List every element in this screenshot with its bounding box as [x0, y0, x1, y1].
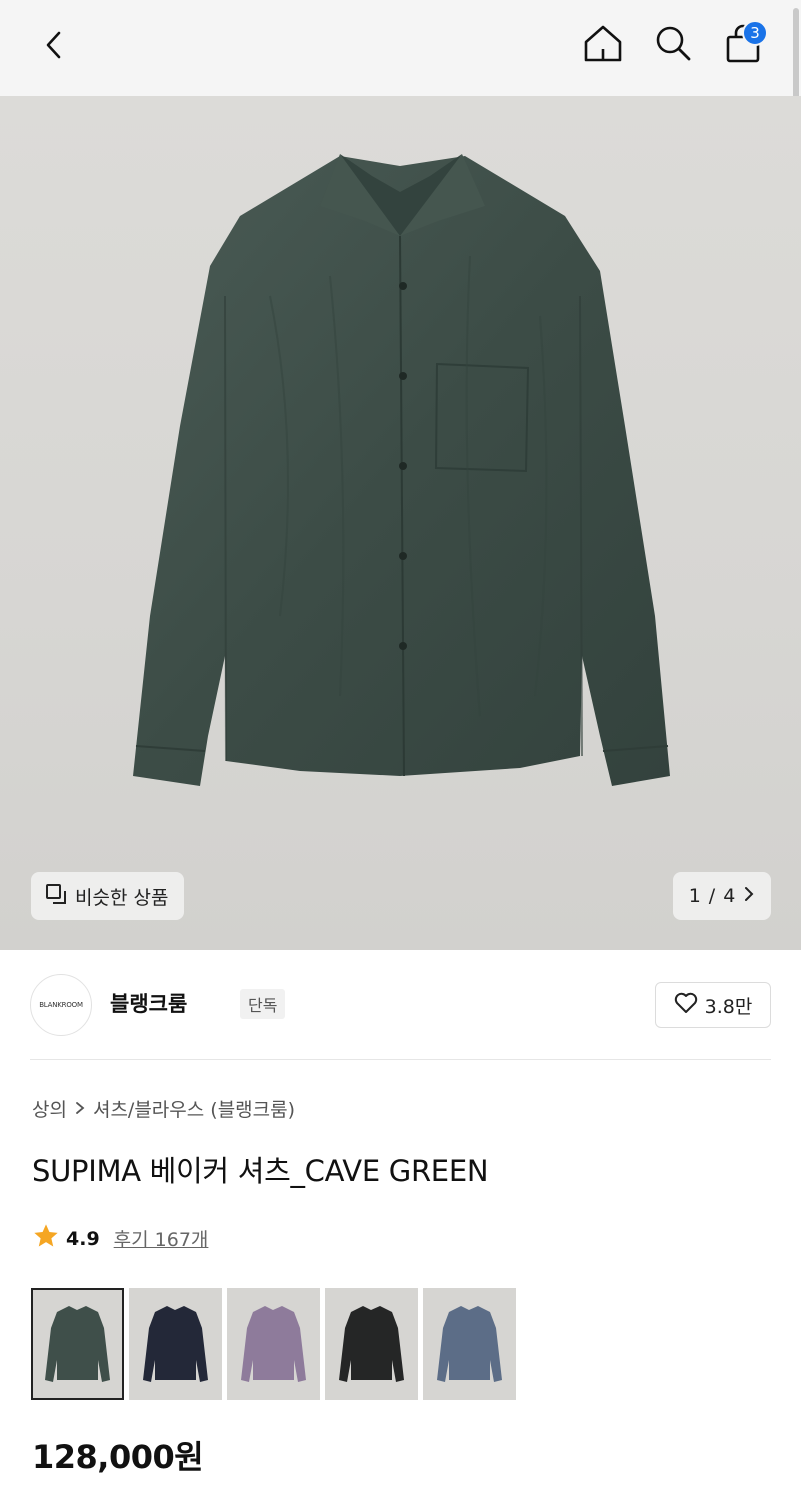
search-button[interactable] — [648, 20, 698, 70]
image-pager[interactable]: 1 / 4 — [673, 872, 771, 920]
shirt-thumbnail — [339, 1306, 404, 1382]
like-count: 3.8만 — [704, 995, 753, 1018]
divider — [30, 1059, 771, 1060]
page-total: 4 — [723, 885, 736, 907]
exclusive-badge: 단독 — [240, 989, 286, 1019]
breadcrumb-subcategory[interactable]: 셔츠/블라우스 (블랭크룸) — [93, 1095, 295, 1122]
review-count-link[interactable]: 후기 167개 — [114, 1225, 209, 1252]
back-button[interactable] — [30, 22, 80, 72]
search-icon — [653, 23, 693, 67]
top-bar: 3 — [0, 0, 801, 96]
color-swatch-lavender[interactable] — [227, 1288, 320, 1400]
shirt-thumbnail — [241, 1306, 306, 1382]
page-separator: / — [708, 885, 716, 907]
shirt-thumbnail — [437, 1306, 502, 1382]
chevron-left-icon — [40, 30, 70, 64]
brand-logo-text: BLANKROOM — [39, 1001, 83, 1009]
home-button[interactable] — [578, 20, 628, 70]
brand-row: BLANKROOM 블랭크룸 단독 3.8만 — [30, 972, 771, 1038]
chevron-right-icon — [75, 1098, 85, 1120]
shirt-thumbnail — [143, 1306, 208, 1382]
breadcrumb: 상의 셔츠/블라우스 (블랭크룸) — [32, 1095, 295, 1122]
color-swatch-navy[interactable] — [129, 1288, 222, 1400]
product-title: SUPIMA 베이커 셔츠_CAVE GREEN — [32, 1154, 489, 1188]
home-icon — [582, 22, 624, 68]
like-button[interactable]: 3.8만 — [655, 982, 771, 1028]
color-swatch-black[interactable] — [325, 1288, 418, 1400]
product-image-carousel[interactable]: 비슷한 상품 1 / 4 — [0, 96, 801, 950]
scrollbar[interactable] — [793, 8, 799, 110]
rating-score: 4.9 — [66, 1227, 100, 1250]
similar-items-icon — [45, 883, 67, 910]
brand-name[interactable]: 블랭크룸 — [110, 988, 187, 1018]
page-current: 1 — [688, 885, 701, 907]
shirt-thumbnail — [45, 1306, 110, 1382]
heart-icon — [674, 992, 698, 1019]
breadcrumb-category[interactable]: 상의 — [32, 1095, 67, 1122]
color-swatch-blue-grey[interactable] — [423, 1288, 516, 1400]
product-photo — [133, 154, 670, 786]
product-price: 128,000원 — [32, 1438, 204, 1476]
color-swatch-cave-green[interactable] — [31, 1288, 124, 1400]
similar-products-button[interactable]: 비슷한 상품 — [31, 872, 185, 920]
cart-button[interactable]: 3 — [718, 20, 768, 70]
cart-count-badge: 3 — [742, 20, 768, 46]
similar-products-label: 비슷한 상품 — [75, 886, 169, 909]
color-options — [31, 1288, 516, 1400]
chevron-right-icon — [743, 885, 755, 907]
star-icon — [32, 1222, 60, 1255]
brand-logo[interactable]: BLANKROOM — [30, 974, 92, 1036]
rating-row: 4.9 후기 167개 — [32, 1222, 208, 1255]
